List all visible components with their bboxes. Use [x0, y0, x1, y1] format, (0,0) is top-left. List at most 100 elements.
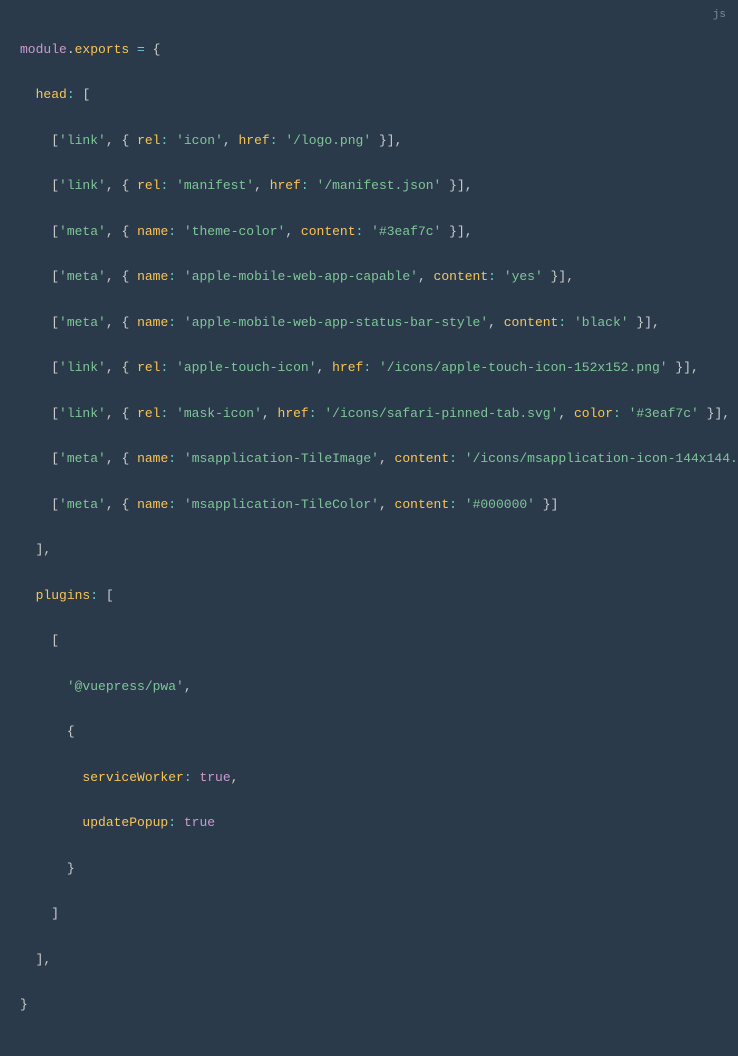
tok-indent	[20, 770, 82, 785]
tok-string: 'meta'	[59, 269, 106, 284]
tok-colon: :	[168, 451, 184, 466]
tok-colon: :	[160, 360, 176, 375]
tok-bracket: [	[106, 588, 114, 603]
tok-colon: :	[449, 451, 465, 466]
tok-colon: :	[270, 133, 286, 148]
tok-comma: ,	[184, 679, 192, 694]
tok-string: '/logo.png'	[285, 133, 371, 148]
tok-bracket: [	[51, 315, 59, 330]
tok-comma: ,	[558, 406, 574, 421]
tok-bracket: [	[51, 269, 59, 284]
tok-indent	[20, 178, 51, 193]
tok-string: 'meta'	[59, 315, 106, 330]
tok-indent	[20, 588, 36, 603]
tok-brace: {	[121, 178, 137, 193]
tok-comma: ,	[231, 770, 239, 785]
tok-bracket: ],	[36, 952, 52, 967]
tok-bracket: ],	[644, 315, 660, 330]
tok-string: 'msapplication-TileImage'	[184, 451, 379, 466]
language-label: js	[713, 6, 726, 25]
tok-colon: :	[168, 497, 184, 512]
tok-comma: ,	[254, 178, 270, 193]
tok-brace: {	[121, 269, 137, 284]
tok-key: content	[504, 315, 559, 330]
tok-colon: :	[558, 315, 574, 330]
tok-comma: ,	[106, 451, 122, 466]
tok-brace: {	[121, 133, 137, 148]
tok-indent	[20, 952, 36, 967]
tok-brace: }	[543, 269, 559, 284]
tok-brace: }	[699, 406, 715, 421]
tok-bool: true	[199, 770, 230, 785]
tok-string: 'link'	[59, 360, 106, 375]
tok-brace: }	[629, 315, 645, 330]
tok-indent	[20, 679, 67, 694]
tok-module: module	[20, 42, 67, 57]
tok-comma: ,	[106, 315, 122, 330]
tok-indent	[20, 224, 51, 239]
tok-string: 'meta'	[59, 497, 106, 512]
tok-comma: ,	[285, 224, 301, 239]
tok-string: '/icons/safari-pinned-tab.svg'	[324, 406, 558, 421]
tok-string: 'mask-icon'	[176, 406, 262, 421]
tok-key: href	[332, 360, 363, 375]
tok-key: color	[574, 406, 613, 421]
tok-string: 'apple-mobile-web-app-status-bar-style'	[184, 315, 488, 330]
tok-bracket: [	[82, 87, 90, 102]
tok-key: rel	[137, 178, 160, 193]
tok-bracket: ]	[51, 906, 59, 921]
tok-key: content	[395, 451, 450, 466]
tok-comma: ,	[106, 224, 122, 239]
tok-bracket: ],	[683, 360, 699, 375]
tok-brace: {	[121, 360, 137, 375]
tok-key: content	[434, 269, 489, 284]
tok-colon: :	[90, 588, 106, 603]
tok-assign: =	[129, 42, 152, 57]
tok-comma: ,	[317, 360, 333, 375]
tok-key: name	[137, 224, 168, 239]
code-line: '@vuepress/pwa',	[20, 676, 718, 699]
tok-key: name	[137, 451, 168, 466]
tok-indent	[20, 497, 51, 512]
tok-bracket: [	[51, 178, 59, 193]
tok-key: href	[239, 133, 270, 148]
code-line: ['link', { rel: 'manifest', href: '/mani…	[20, 175, 718, 198]
tok-bracket: [	[51, 451, 59, 466]
tok-colon: :	[356, 224, 372, 239]
tok-colon: :	[363, 360, 379, 375]
tok-indent	[20, 451, 51, 466]
code-line: ],	[20, 539, 718, 562]
tok-bracket: ],	[387, 133, 403, 148]
tok-string: 'meta'	[59, 224, 106, 239]
code-line: updatePopup: true	[20, 812, 718, 835]
tok-bracket: [	[51, 224, 59, 239]
tok-string: 'meta'	[59, 451, 106, 466]
tok-key: rel	[137, 360, 160, 375]
code-line: module.exports = {	[20, 39, 718, 62]
tok-brace: }	[371, 133, 387, 148]
tok-string: '#3eaf7c'	[371, 224, 441, 239]
tok-bracket: [	[51, 633, 59, 648]
tok-brace: {	[121, 451, 137, 466]
code-line: ['link', { rel: 'apple-touch-icon', href…	[20, 357, 718, 380]
tok-key: name	[137, 269, 168, 284]
tok-comma: ,	[262, 406, 278, 421]
tok-colon: :	[160, 133, 176, 148]
tok-indent	[20, 269, 51, 284]
tok-brace: }	[20, 997, 28, 1012]
tok-string: 'link'	[59, 133, 106, 148]
tok-key: updatePopup	[82, 815, 168, 830]
tok-string: 'msapplication-TileColor'	[184, 497, 379, 512]
tok-bracket: ]	[551, 497, 559, 512]
tok-comma: ,	[379, 451, 395, 466]
tok-colon: :	[160, 178, 176, 193]
tok-colon: :	[168, 815, 184, 830]
code-line: ]	[20, 903, 718, 926]
tok-colon: :	[301, 178, 317, 193]
tok-colon: :	[309, 406, 325, 421]
tok-key: rel	[137, 133, 160, 148]
tok-brace: }	[441, 224, 457, 239]
tok-colon: :	[160, 406, 176, 421]
tok-bracket: ],	[457, 224, 473, 239]
tok-colon: :	[168, 269, 184, 284]
